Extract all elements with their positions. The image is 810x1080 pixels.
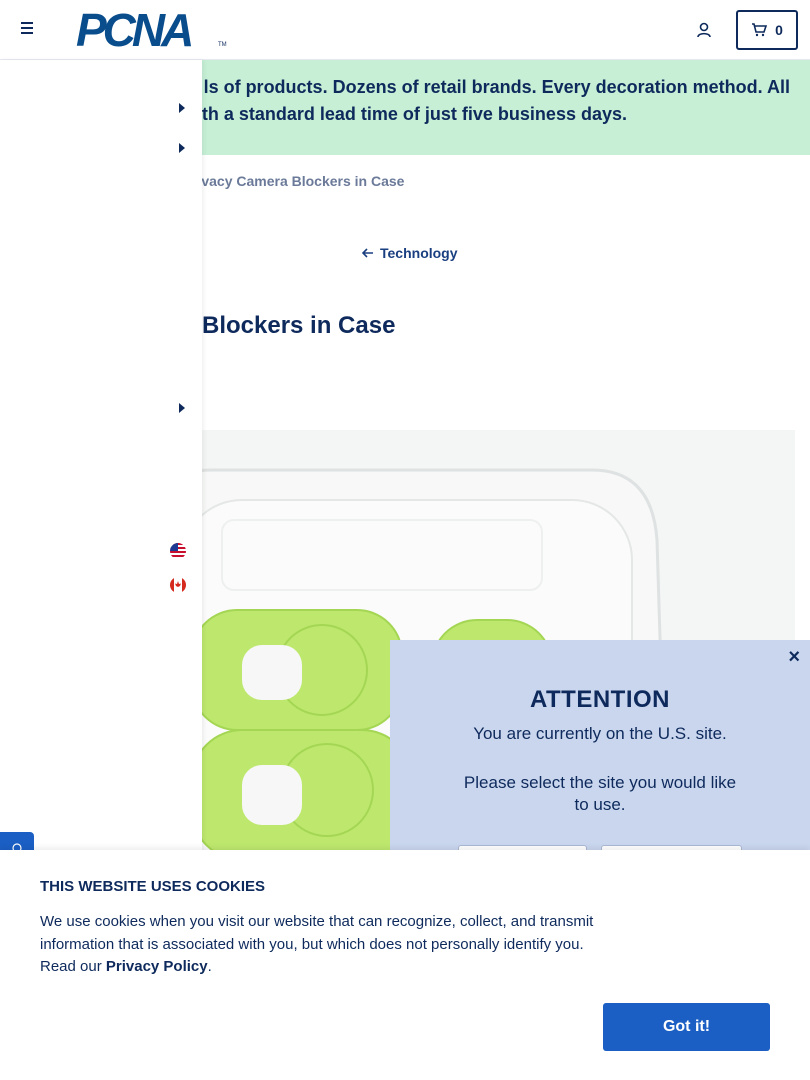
- caret-right-icon[interactable]: [178, 103, 186, 113]
- accept-cookies-button[interactable]: Got it!: [603, 1003, 770, 1051]
- breadcrumb[interactable]: rivacy Camera Blockers in Case: [192, 173, 404, 189]
- privacy-policy-link[interactable]: Privacy Policy: [106, 958, 208, 975]
- cookie-message: We use cookies when you visit our websit…: [40, 911, 600, 979]
- modal-title: ATTENTION: [529, 686, 671, 713]
- back-to-category-link[interactable]: Technology: [362, 245, 458, 261]
- modal-message: You are currently on the U.S. site.: [473, 724, 727, 743]
- canada-flag-icon[interactable]: [170, 577, 186, 593]
- cookie-banner: THIS WEBSITE USES COOKIES We use cookies…: [0, 850, 810, 1080]
- cart-button[interactable]: 0: [736, 10, 798, 50]
- account-icon[interactable]: [695, 21, 713, 39]
- modal-prompt: Please select the site you would like to…: [463, 773, 737, 814]
- us-flag-icon[interactable]: [170, 543, 186, 559]
- cart-count: 0: [775, 22, 783, 38]
- cookie-period: .: [207, 958, 212, 975]
- site-header: PCNA TM 0: [0, 0, 810, 60]
- cookie-title: THIS WEBSITE USES COOKIES: [40, 878, 266, 895]
- arrow-left-icon: [362, 248, 373, 258]
- pcna-logo[interactable]: PCNA: [76, 7, 194, 53]
- caret-right-icon[interactable]: [178, 403, 186, 413]
- caret-right-icon[interactable]: [178, 143, 186, 153]
- close-icon[interactable]: ×: [788, 646, 800, 668]
- logo-trademark: TM: [218, 42, 227, 48]
- product-title: Blockers in Case: [202, 312, 396, 339]
- cart-icon: [752, 23, 768, 37]
- back-link-label: Technology: [380, 245, 458, 261]
- menu-icon[interactable]: [20, 22, 36, 38]
